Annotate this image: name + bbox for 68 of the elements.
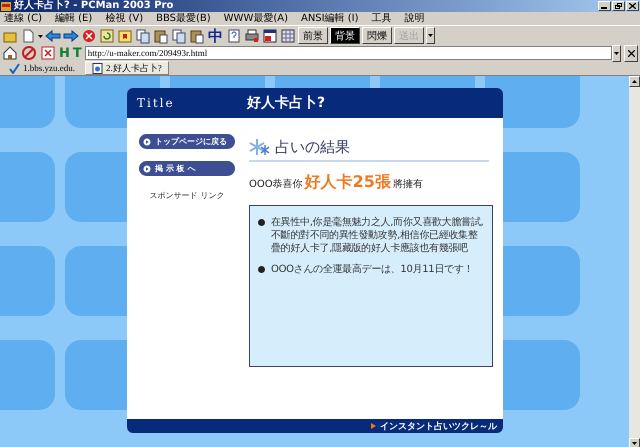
nav-button[interactable]: 掲 示 板 へ [139, 161, 235, 176]
menu-item[interactable]: 工具 [372, 12, 392, 24]
menu-item[interactable]: ANSI編輯 (I) [300, 12, 359, 24]
chinese-input-button[interactable]: 中 [207, 28, 224, 44]
bullet-icon [258, 219, 265, 226]
checkmark-icon [9, 62, 20, 74]
caret-icon [632, 442, 637, 445]
scroll-up-button[interactable] [629, 76, 640, 87]
address-dropdown-button[interactable] [612, 44, 621, 62]
scroll-down-button[interactable] [629, 438, 640, 447]
play-icon [143, 164, 151, 172]
refresh-icon[interactable] [99, 28, 115, 44]
copy-icon[interactable] [171, 28, 187, 44]
close-box-icon[interactable] [40, 45, 56, 61]
back-arrow-icon[interactable] [45, 28, 61, 44]
result-highlight: 好人卡25張 [304, 172, 391, 193]
page-icon [92, 62, 103, 74]
home-icon[interactable] [2, 45, 18, 61]
dropdown-button[interactable] [426, 27, 435, 44]
section-title: 占いの結果 [275, 138, 350, 156]
result-paragraph: OOOさんの全運最高デーは、10月11日です！ [271, 263, 474, 276]
menu-item[interactable]: 連線 (C) [4, 12, 42, 24]
close-button[interactable] [626, 1, 639, 11]
stop-icon[interactable] [81, 28, 97, 44]
forward-arrow-icon[interactable] [63, 28, 79, 44]
restore-icon [615, 3, 622, 9]
menu-item[interactable]: 說明 [404, 12, 425, 24]
page-heading: 好人卡占卜? [247, 94, 326, 112]
scrollbar[interactable] [629, 76, 640, 447]
menu-item[interactable]: BBS最愛(B) [156, 12, 211, 24]
toolbar-button[interactable]: 閃爍 [362, 27, 392, 44]
window-icon[interactable] [262, 28, 278, 44]
app-icon [1, 2, 11, 10]
menu-item[interactable]: 編輯 (E) [54, 12, 92, 24]
tab[interactable]: 2.好人卡占卜? [85, 61, 169, 75]
result-text: OOO恭喜你 [249, 178, 303, 191]
footer-link[interactable]: インスタント占いツクレ～ル [380, 420, 497, 432]
bullet-icon [258, 266, 265, 273]
sponsor-label: スポンサード リンク [148, 190, 226, 201]
close-icon [629, 3, 636, 9]
nav-button[interactable]: トップページに戻る [139, 134, 235, 149]
bookmark-icon[interactable] [117, 28, 133, 44]
address-field[interactable]: http://u-maker.com/209493r.html [84, 46, 612, 60]
site-logo: Title [137, 96, 176, 110]
menu-item[interactable]: WWW最愛(A) [224, 12, 288, 24]
toolbar-button[interactable]: 背景 [330, 27, 360, 44]
result-paragraph: 在異性中,你是毫無魅力之人,而你又喜歡大膽嘗試,不斷的對不同的異性發動攻勢,相信你已經收集整疊的好人卡了,隱藏版的好人卡應該也有幾張吧 [271, 216, 484, 255]
restore-button[interactable] [612, 1, 625, 11]
snowflake-icon [249, 137, 271, 157]
menu-item[interactable]: 檢視 (V) [105, 12, 144, 24]
close-button[interactable] [624, 44, 638, 62]
minimize-button[interactable] [598, 1, 611, 11]
help-document-icon[interactable] [226, 28, 242, 44]
grid-icon[interactable] [280, 28, 296, 44]
close-icon [628, 50, 634, 56]
paste-icon[interactable] [189, 28, 205, 44]
caret-icon [614, 52, 619, 54]
play-icon [143, 138, 151, 146]
toolbar-button[interactable]: 前景 [298, 27, 328, 44]
caret-icon [632, 80, 637, 83]
printer-icon[interactable] [244, 28, 260, 44]
result-text: 將擁有 [392, 178, 423, 191]
prohibited-icon[interactable] [21, 45, 37, 61]
copy-icon[interactable] [135, 28, 151, 44]
paste-icon[interactable] [153, 28, 169, 44]
tab[interactable]: 1.bbs.yzu.edu. [3, 61, 81, 75]
caret-icon [428, 34, 433, 37]
triangle-icon [371, 423, 376, 429]
